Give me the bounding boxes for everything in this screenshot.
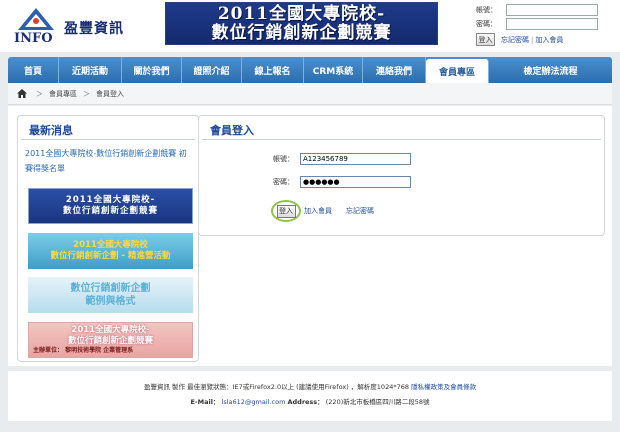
- nav-online-registration[interactable]: 線上報名: [242, 57, 304, 83]
- nav-member-area[interactable]: 會員專區: [426, 59, 489, 83]
- breadcrumb-separator: ＞: [36, 89, 43, 98]
- email-label: E-Mail：: [190, 398, 220, 406]
- password-label: 密碼：: [273, 178, 294, 186]
- nav-crm[interactable]: CRM系統: [304, 57, 363, 83]
- header-password-input[interactable]: [506, 17, 598, 30]
- site-footer: 盈豐資訊 製作 最佳瀏覽狀態：IE7或Firefox2.0以上 (建議使用Fir…: [8, 371, 612, 421]
- nav-home[interactable]: 首頁: [8, 57, 59, 83]
- address-text: (220)新北市板橋區四川路二段58號: [325, 398, 430, 406]
- ad-line: 數位行銷創新企劃 - 精進營活動: [50, 251, 171, 261]
- footer-info: 盈豐資訊 製作 最佳瀏覽狀態：IE7或Firefox2.0以上 (建議使用Fir…: [143, 383, 412, 391]
- home-icon[interactable]: [17, 89, 27, 98]
- header-account-label: 帳號：: [476, 5, 497, 14]
- header-join-link[interactable]: 加入會員: [535, 35, 563, 45]
- site-header: INFO 盈豐資訊 2011全國大專院校- 數位行銷創新企劃競賽 帳號： 密碼：…: [0, 0, 620, 52]
- ad-line: 2011全國大專院校: [73, 240, 148, 250]
- banner-line2: 數位行銷創新企劃競賽: [211, 22, 392, 43]
- login-title: 會員登入: [202, 116, 601, 140]
- login-actions: 登入 加入會員 忘記密碼: [271, 200, 388, 222]
- nav-recent-events[interactable]: 近期活動: [59, 57, 122, 83]
- address-label: Address：: [287, 398, 324, 406]
- join-member-link[interactable]: 加入會員: [304, 206, 332, 216]
- account-label: 帳號：: [273, 155, 294, 163]
- news-link[interactable]: 2011全國大專院校-數位行銷創新企劃競賽 初賽得獎名單: [18, 140, 198, 176]
- main-nav: 首頁 近期活動 關於我們 證照介紹 線上報名 CRM系統 連絡我們 會員專區 檢…: [8, 57, 612, 83]
- news-title: 最新消息: [21, 116, 195, 140]
- breadcrumb-member-area[interactable]: 會員專區: [49, 89, 77, 99]
- ad-banner-examples[interactable]: 數位行銷創新企劃 範例與格式: [28, 277, 193, 313]
- header-link-separator: |: [531, 35, 534, 44]
- ad-line: 數位行銷創新企劃競賽: [62, 206, 158, 216]
- header-account-input[interactable]: [506, 3, 598, 16]
- nav-certifications[interactable]: 證照介紹: [182, 57, 242, 83]
- account-input[interactable]: [300, 153, 411, 165]
- login-panel: 會員登入 帳號： 密碼： 登入 加入會員 忘記密碼: [198, 115, 605, 236]
- site-logo[interactable]: INFO 盈豐資訊: [12, 6, 132, 46]
- login-button[interactable]: 登入: [276, 204, 296, 218]
- nav-exam-process[interactable]: 檢定辦法流程: [489, 57, 612, 83]
- ad-organizer-text: 主辦單位： 黎明技術學院 企業管理系: [33, 347, 134, 354]
- logo-mark-icon: INFO: [14, 8, 54, 46]
- ad-line: 2011全國大專院校-: [65, 195, 156, 205]
- nav-about[interactable]: 關於我們: [122, 57, 182, 83]
- account-row: 帳號：: [269, 153, 411, 165]
- breadcrumb-separator: ＞: [83, 89, 90, 98]
- email-link[interactable]: lsla612@gmail.com: [222, 398, 286, 406]
- news-sidebar: 最新消息 2011全國大專院校-數位行銷創新企劃競賽 初賽得獎名單 2011全國…: [17, 115, 199, 362]
- ad-banner-organizer[interactable]: 2011全國大專院校- 數位行銷創新企劃競賽 主辦單位： 黎明技術學院 企業管理…: [28, 322, 193, 358]
- brand-name: 盈豐資訊: [64, 21, 124, 37]
- ad-banner-competition[interactable]: 2011全國大專院校- 數位行銷創新企劃競賽: [28, 188, 193, 224]
- footer-contact-line: E-Mail： lsla612@gmail.com Address： (220)…: [8, 396, 612, 406]
- ad-line: 數位行銷創新企劃競賽: [67, 336, 153, 346]
- ad-line: 數位行銷創新企劃: [70, 283, 151, 294]
- privacy-policy-link[interactable]: 隱私權政策及會員條款: [411, 383, 476, 391]
- password-row: 密碼：: [269, 176, 411, 188]
- header-password-label: 密碼：: [476, 19, 497, 28]
- competition-banner[interactable]: 2011全國大專院校- 數位行銷創新企劃競賽: [165, 2, 438, 45]
- banner-line1: 2011全國大專院校-: [217, 3, 386, 24]
- main-content: 最新消息 2011全國大專院校-數位行銷創新企劃競賽 初賽得獎名單 2011全國…: [8, 106, 612, 366]
- breadcrumb: ＞ 會員專區 ＞ 會員登入: [8, 83, 612, 105]
- ad-line: 範例與格式: [85, 296, 136, 307]
- ad-banner-camp[interactable]: 2011全國大專院校 數位行銷創新企劃 - 精進營活動: [28, 233, 193, 269]
- nav-contact[interactable]: 連絡我們: [363, 57, 426, 83]
- logo-text: INFO: [14, 31, 53, 46]
- header-forgot-password-link[interactable]: 忘記密碼: [501, 35, 529, 45]
- footer-info-line: 盈豐資訊 製作 最佳瀏覽狀態：IE7或Firefox2.0以上 (建議使用Fir…: [8, 381, 612, 391]
- header-login-button[interactable]: 登入: [476, 33, 495, 46]
- login-button-highlight: 登入: [271, 200, 301, 222]
- ad-line: 2011全國大專院校-: [71, 325, 150, 335]
- header-login-box: 帳號： 密碼： 登入 忘記密碼 | 加入會員: [476, 3, 616, 46]
- password-input[interactable]: [300, 176, 411, 188]
- breadcrumb-member-login: 會員登入: [96, 89, 124, 98]
- forgot-password-link[interactable]: 忘記密碼: [346, 206, 374, 216]
